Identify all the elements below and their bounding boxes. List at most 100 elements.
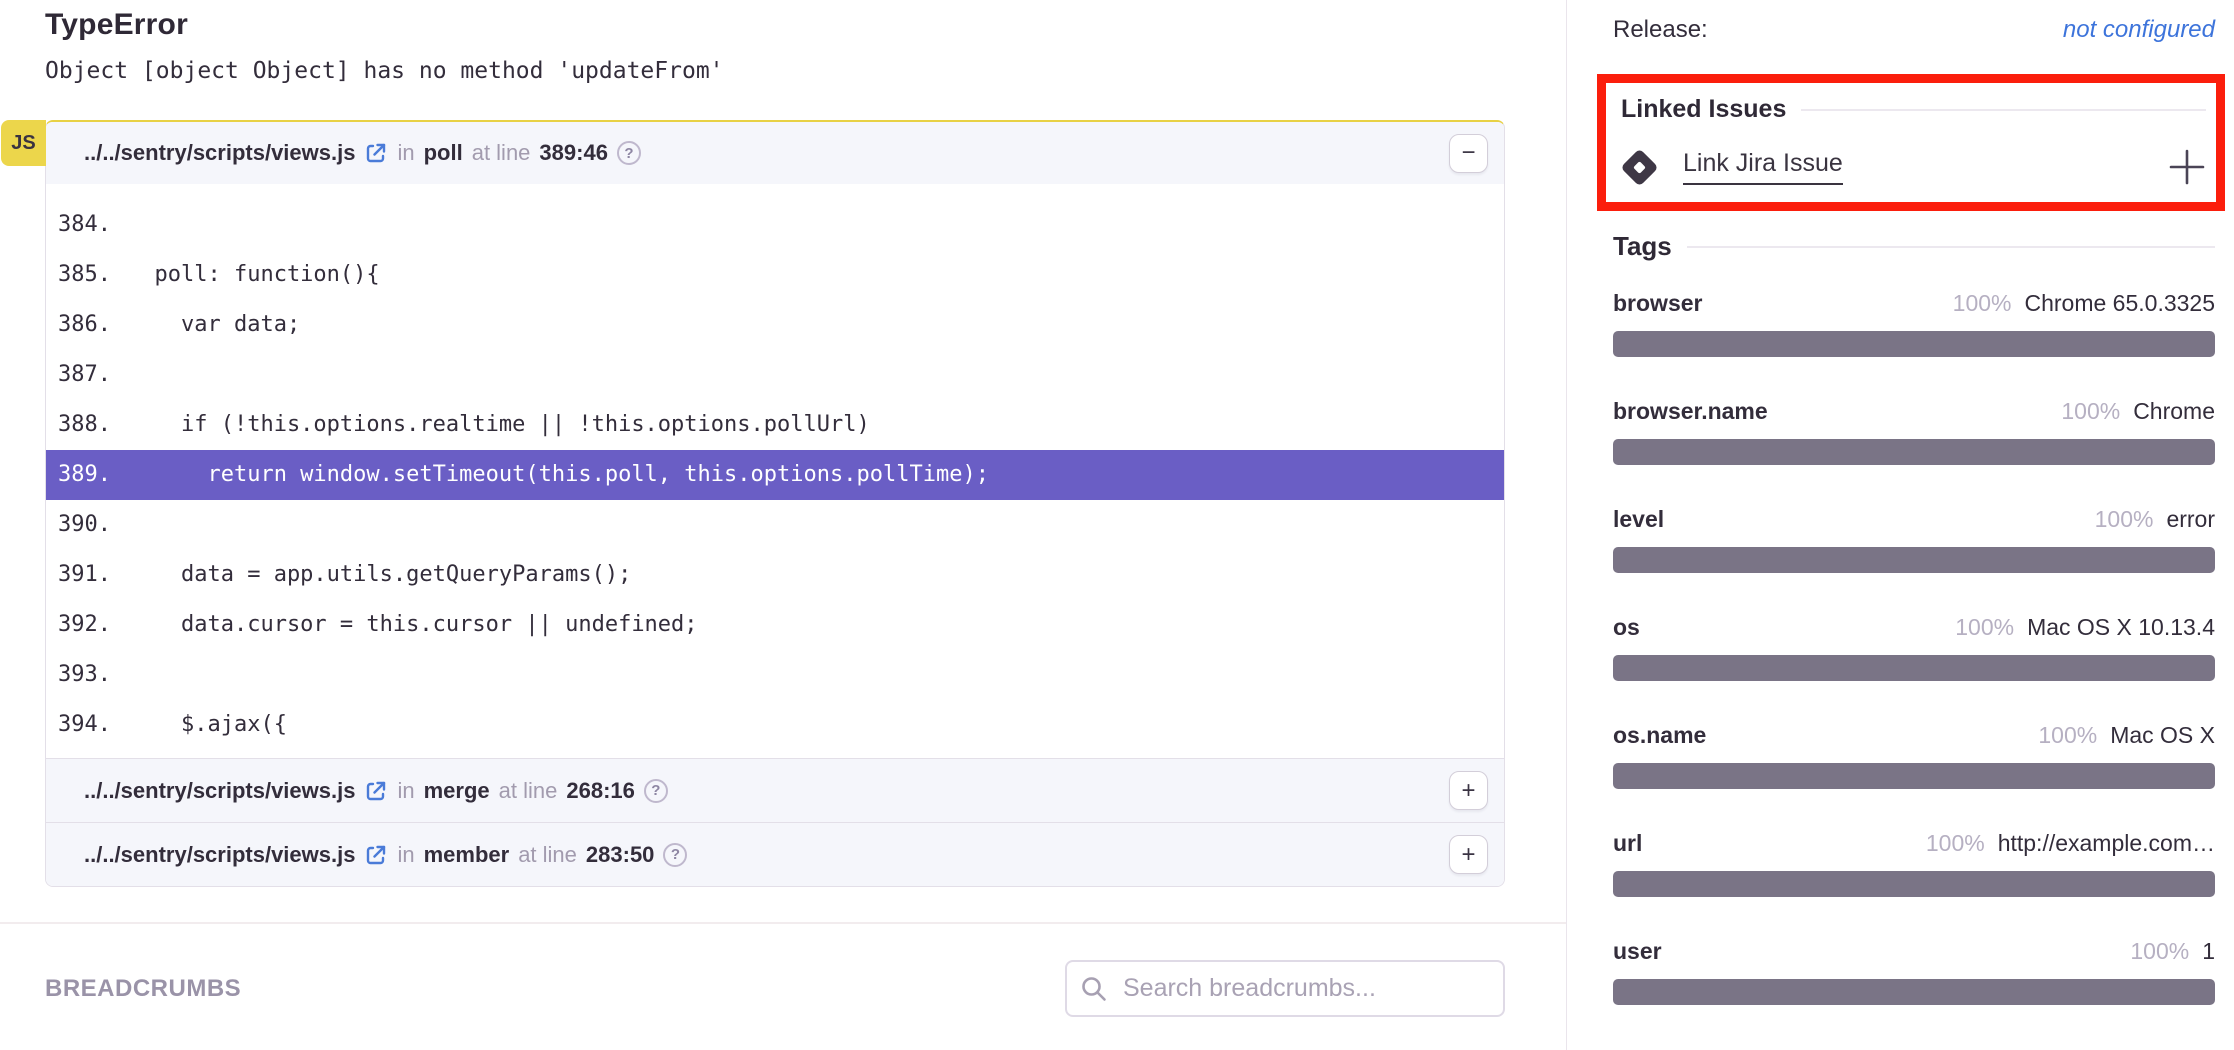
header-rule [1687,246,2215,248]
tag-value[interactable]: Chrome [2133,398,2215,425]
external-link-icon[interactable] [364,141,388,165]
tag-key[interactable]: browser.name [1613,398,1768,425]
line-code [128,650,1504,700]
line-code: $.ajax({ [128,700,1504,750]
frame-filename: ../../sentry/scripts/views.js [84,778,355,804]
expand-frame-button[interactable]: + [1449,771,1488,810]
tag-key[interactable]: browser [1613,290,1702,317]
help-icon[interactable]: ? [617,141,641,165]
tag-distribution-fill [1613,547,2215,573]
error-message: Object [object Object] has no method 'up… [45,58,1505,84]
breadcrumbs-search-input[interactable] [1065,960,1505,1017]
frame-in-label: in [397,842,414,868]
tag-value[interactable]: http://example.com… [1998,830,2215,857]
add-linked-issue-button[interactable] [2168,148,2206,186]
line-number: 393. [46,650,128,700]
expand-frame-button[interactable]: + [1449,835,1488,874]
tag-row: os 100%Mac OS X 10.13.4 [1613,614,2215,681]
line-number: 391. [46,550,128,600]
line-number: 392. [46,600,128,650]
tag-row: url 100%http://example.com… [1613,830,2215,897]
frame-in-label: in [397,778,414,804]
release-not-configured-link[interactable]: not configured [2063,16,2215,44]
tag-value[interactable]: error [2166,506,2215,533]
help-icon[interactable]: ? [663,843,687,867]
tag-row: level100%error [1613,506,2215,573]
tag-key[interactable]: url [1613,830,1642,857]
code-line: 385. poll: function(){ [46,250,1504,300]
tag-summary: 100% 1 [2130,938,2215,965]
code-line: 392. data.cursor = this.cursor || undefi… [46,600,1504,650]
code-line: 391. data = app.utils.getQueryParams(); [46,550,1504,600]
plus-icon [2168,148,2206,186]
header-rule [1801,109,2206,111]
link-jira-issue-link[interactable]: Link Jira Issue [1683,149,1843,185]
release-row: Release: not configured [1613,16,2215,44]
tag-row: browser 100% Chrome 65.0.3325 [1613,290,2215,357]
tag-distribution-fill [1613,655,2215,681]
collapse-frame-button[interactable]: − [1449,134,1488,173]
tag-distribution-fill [1613,439,2215,465]
tag-list: browser 100% Chrome 65.0.3325 browser.name 1… [1613,290,2215,1005]
line-code: return window.setTimeout(this.poll, this… [128,450,1504,500]
code-line: 394. $.ajax({ [46,700,1504,750]
link-jira-issue-row: Link Jira Issue [1621,148,2206,186]
stack-frame-header-poll[interactable]: ../../sentry/scripts/views.js in poll at… [46,122,1504,184]
tag-percent: 100% [2130,938,2189,965]
frame-at-label: at line [472,140,531,166]
help-icon[interactable]: ? [644,779,668,803]
tag-summary: 100%Mac OS X [2038,722,2215,749]
breadcrumbs-header: BREADCRUMBS [45,960,1505,1017]
tag-key[interactable]: user [1613,938,1662,965]
section-divider [0,922,1566,924]
code-line: 386. var data; [46,300,1504,350]
line-number: 390. [46,500,128,550]
tag-distribution-fill [1613,871,2215,897]
issue-detail-main: TypeError Object [object Object] has no … [0,0,1566,1050]
tag-value[interactable]: 1 [2202,938,2215,965]
tag-distribution-fill [1613,763,2215,789]
tag-summary: 100%http://example.com… [1926,830,2215,857]
code-line-highlighted: 389. return window.setTimeout(this.poll,… [46,450,1504,500]
tag-key[interactable]: os.name [1613,722,1706,749]
tag-distribution-bar [1613,547,2215,573]
linked-issues-header: Linked Issues [1621,95,2206,124]
tag-distribution-bar [1613,655,2215,681]
line-code: data = app.utils.getQueryParams(); [128,550,1504,600]
stack-frame-header-merge[interactable]: ../../sentry/scripts/views.js in merge a… [46,758,1504,822]
tag-value[interactable]: Mac OS X 10.13.4 [2027,614,2215,641]
frame-filename: ../../sentry/scripts/views.js [84,842,355,868]
breadcrumbs-search [1065,960,1505,1017]
line-number: 385. [46,250,128,300]
line-code: poll: function(){ [128,250,1504,300]
stack-frame-header-member[interactable]: ../../sentry/scripts/views.js in member … [46,822,1504,886]
tag-value[interactable]: Mac OS X [2110,722,2215,749]
tag-key[interactable]: os [1613,614,1640,641]
jira-icon [1620,148,1658,186]
breadcrumbs-title: BREADCRUMBS [45,975,241,1003]
tag-percent: 100% [2061,398,2120,425]
external-link-icon[interactable] [364,843,388,867]
tag-key[interactable]: level [1613,506,1664,533]
frame-at-label: at line [499,778,558,804]
platform-badge-js: JS [1,120,46,166]
tag-head: browser 100% Chrome 65.0.3325 [1613,290,2215,317]
annotation-highlight-box: Linked Issues Link Jira Issue [1597,74,2225,211]
tag-summary: 100%Mac OS X 10.13.4 [1955,614,2215,641]
tag-percent: 100% [1953,290,2012,317]
tag-head: os 100%Mac OS X 10.13.4 [1613,614,2215,641]
tags-section: Tags browser 100% Chrome 65.0.3325 browser.… [1613,231,2215,1005]
line-number: 389. [46,450,128,500]
tag-distribution-fill [1613,331,2215,357]
frame-in-label: in [397,140,414,166]
frame-at-label: at line [518,842,577,868]
external-link-icon[interactable] [364,779,388,803]
tags-header: Tags [1613,231,2215,262]
tag-row: user 100% 1 [1613,938,2215,1005]
line-number: 384. [46,200,128,250]
frame-function: merge [424,778,490,804]
tag-value[interactable]: Chrome 65.0.3325 [2024,290,2215,317]
search-icon [1080,975,1107,1002]
frame-function: member [424,842,510,868]
tag-summary: 100% Chrome 65.0.3325 [1953,290,2215,317]
